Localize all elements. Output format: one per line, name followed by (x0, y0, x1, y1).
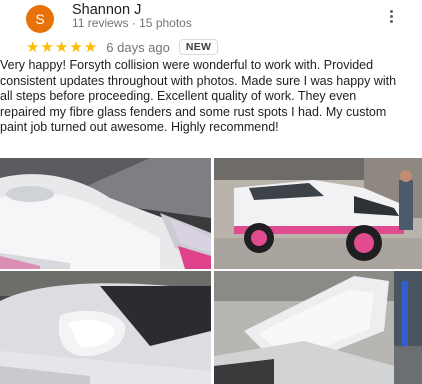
photo-lifted-truck[interactable] (214, 158, 422, 269)
star-icon: ★ (69, 38, 83, 56)
star-icon: ★ (83, 38, 98, 56)
star-icon: ★ (26, 38, 40, 56)
star-icon: ★ (54, 38, 69, 56)
review-time: 6 days ago (106, 39, 170, 55)
photo-white-truck-front-hood-open-icon (0, 158, 211, 269)
star-rating: ★ ★ ★ ★ ★ (26, 40, 98, 55)
review-text: Very happy! Forsyth collision were wonde… (0, 58, 397, 135)
more-options-icon[interactable] (384, 8, 400, 24)
photo-open-hood[interactable] (214, 271, 422, 384)
photo-open-hood-in-shop-icon (214, 271, 422, 384)
photo-mirror[interactable] (0, 271, 211, 384)
rating-row: ★ ★ ★ ★ ★ 6 days ago NEW (26, 38, 219, 56)
new-badge: NEW (178, 39, 219, 55)
star-icon: ★ (40, 38, 54, 56)
photo-truck-front[interactable] (0, 158, 211, 269)
reviewer-meta: 11 reviews · 15 photos (72, 16, 192, 30)
photo-side-mirror-closeup-icon (0, 271, 211, 384)
photo-grid (0, 158, 422, 384)
photo-lifted-white-4runner-pink-wheels-icon (214, 158, 422, 269)
review-header: S Shannon J 11 reviews · 15 photos (0, 0, 422, 36)
reviewer-avatar[interactable]: S (26, 5, 54, 33)
